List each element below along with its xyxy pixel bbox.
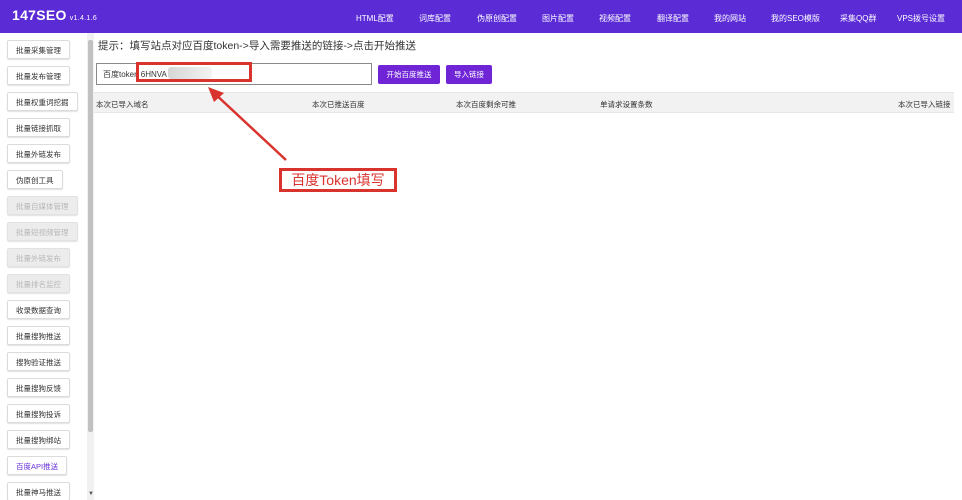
start-baidu-push-button[interactable]: 开始百度推送 bbox=[378, 65, 440, 84]
sidebar-item-rank-monitor[interactable]: 批量排名监控 bbox=[7, 274, 70, 293]
col-baidu-remaining: 本次百度剩余可推 bbox=[456, 100, 516, 109]
nav-lexicon-config[interactable]: 词库配置 bbox=[419, 13, 451, 24]
brand-name: 147SEO bbox=[12, 7, 67, 23]
nav-qq-group[interactable]: 采集QQ群 bbox=[840, 13, 876, 24]
nav-my-sites[interactable]: 我的网站 bbox=[714, 13, 746, 24]
col-imported-domains: 本次已导入域名 bbox=[96, 100, 149, 109]
hint-text: 提示：填写站点对应百度token->导入需要推送的链接->点击开始推送 bbox=[98, 40, 416, 52]
version-label: v1.4.1.6 bbox=[69, 15, 98, 22]
top-nav: HTML配置 词库配置 伪原创配置 图片配置 视频配置 翻译配置 我的网站 我的… bbox=[340, 0, 962, 33]
nav-translate-config[interactable]: 翻译配置 bbox=[657, 13, 689, 24]
sidebar-item-sogou-push[interactable]: 批量搜狗推送 bbox=[7, 326, 70, 345]
sidebar-item-sogou-verify-push[interactable]: 搜狗验证推送 bbox=[7, 352, 70, 371]
sidebar-scroll-thumb[interactable] bbox=[88, 40, 93, 432]
nav-html-config[interactable]: HTML配置 bbox=[356, 13, 394, 24]
sidebar-item-weight-keywords[interactable]: 批量权重词挖掘 bbox=[7, 92, 78, 111]
col-per-request-count: 单请求设置条数 bbox=[600, 100, 653, 109]
scroll-down-arrow-icon[interactable]: ▼ bbox=[88, 490, 94, 498]
col-pushed-baidu: 本次已推送百度 bbox=[312, 100, 365, 109]
sidebar-item-backlink-publish-2[interactable]: 批量外链发布 bbox=[7, 248, 70, 267]
stats-table-header: 本次已导入域名 本次已推送百度 本次百度剩余可推 单请求设置条数 本次已导入链接 bbox=[94, 92, 954, 113]
nav-pseudo-original-config[interactable]: 伪原创配置 bbox=[477, 13, 517, 24]
sidebar-item-batch-collect[interactable]: 批量采集管理 bbox=[7, 40, 70, 59]
nav-vps-settings[interactable]: VPS拨号设置 bbox=[897, 13, 945, 24]
sidebar-item-backlink-publish[interactable]: 批量外链发布 bbox=[7, 144, 70, 163]
sidebar: 批量采集管理 批量发布管理 批量权重词挖掘 批量链接抓取 批量外链发布 伪原创工… bbox=[0, 33, 88, 500]
nav-image-config[interactable]: 图片配置 bbox=[542, 13, 574, 24]
annotation-highlight-box bbox=[136, 62, 252, 82]
sidebar-item-sogou-bind[interactable]: 批量搜狗绑站 bbox=[7, 430, 70, 449]
sidebar-item-media-manage[interactable]: 批量自媒体管理 bbox=[7, 196, 78, 215]
sidebar-item-pseudo-original-tool[interactable]: 伪原创工具 bbox=[7, 170, 63, 189]
sidebar-item-batch-publish[interactable]: 批量发布管理 bbox=[7, 66, 70, 85]
sidebar-item-baidu-api-push[interactable]: 百度API推送 bbox=[7, 456, 68, 475]
col-imported-links: 本次已导入链接 bbox=[898, 100, 951, 109]
import-links-button[interactable]: 导入链接 bbox=[446, 65, 492, 84]
sidebar-item-short-video-manage[interactable]: 批量短视频管理 bbox=[7, 222, 78, 241]
sidebar-item-link-crawl[interactable]: 批量链接抓取 bbox=[7, 118, 70, 137]
annotation-label: 百度Token填写 bbox=[279, 168, 397, 192]
top-navbar: 147SEO v1.4.1.6 HTML配置 词库配置 伪原创配置 图片配置 视频… bbox=[0, 0, 962, 33]
sidebar-item-sogou-feedback[interactable]: 批量搜狗反馈 bbox=[7, 378, 70, 397]
nav-video-config[interactable]: 视频配置 bbox=[599, 13, 631, 24]
nav-seo-templates[interactable]: 我的SEO模版 bbox=[771, 13, 820, 24]
sidebar-item-index-query[interactable]: 收录数据查询 bbox=[7, 300, 70, 319]
sidebar-item-shenma-push[interactable]: 批量神马推送 bbox=[7, 482, 70, 500]
app-logo[interactable]: 147SEO v1.4.1.6 bbox=[12, 7, 97, 23]
sidebar-item-sogou-complaint[interactable]: 批量搜狗投诉 bbox=[7, 404, 70, 423]
